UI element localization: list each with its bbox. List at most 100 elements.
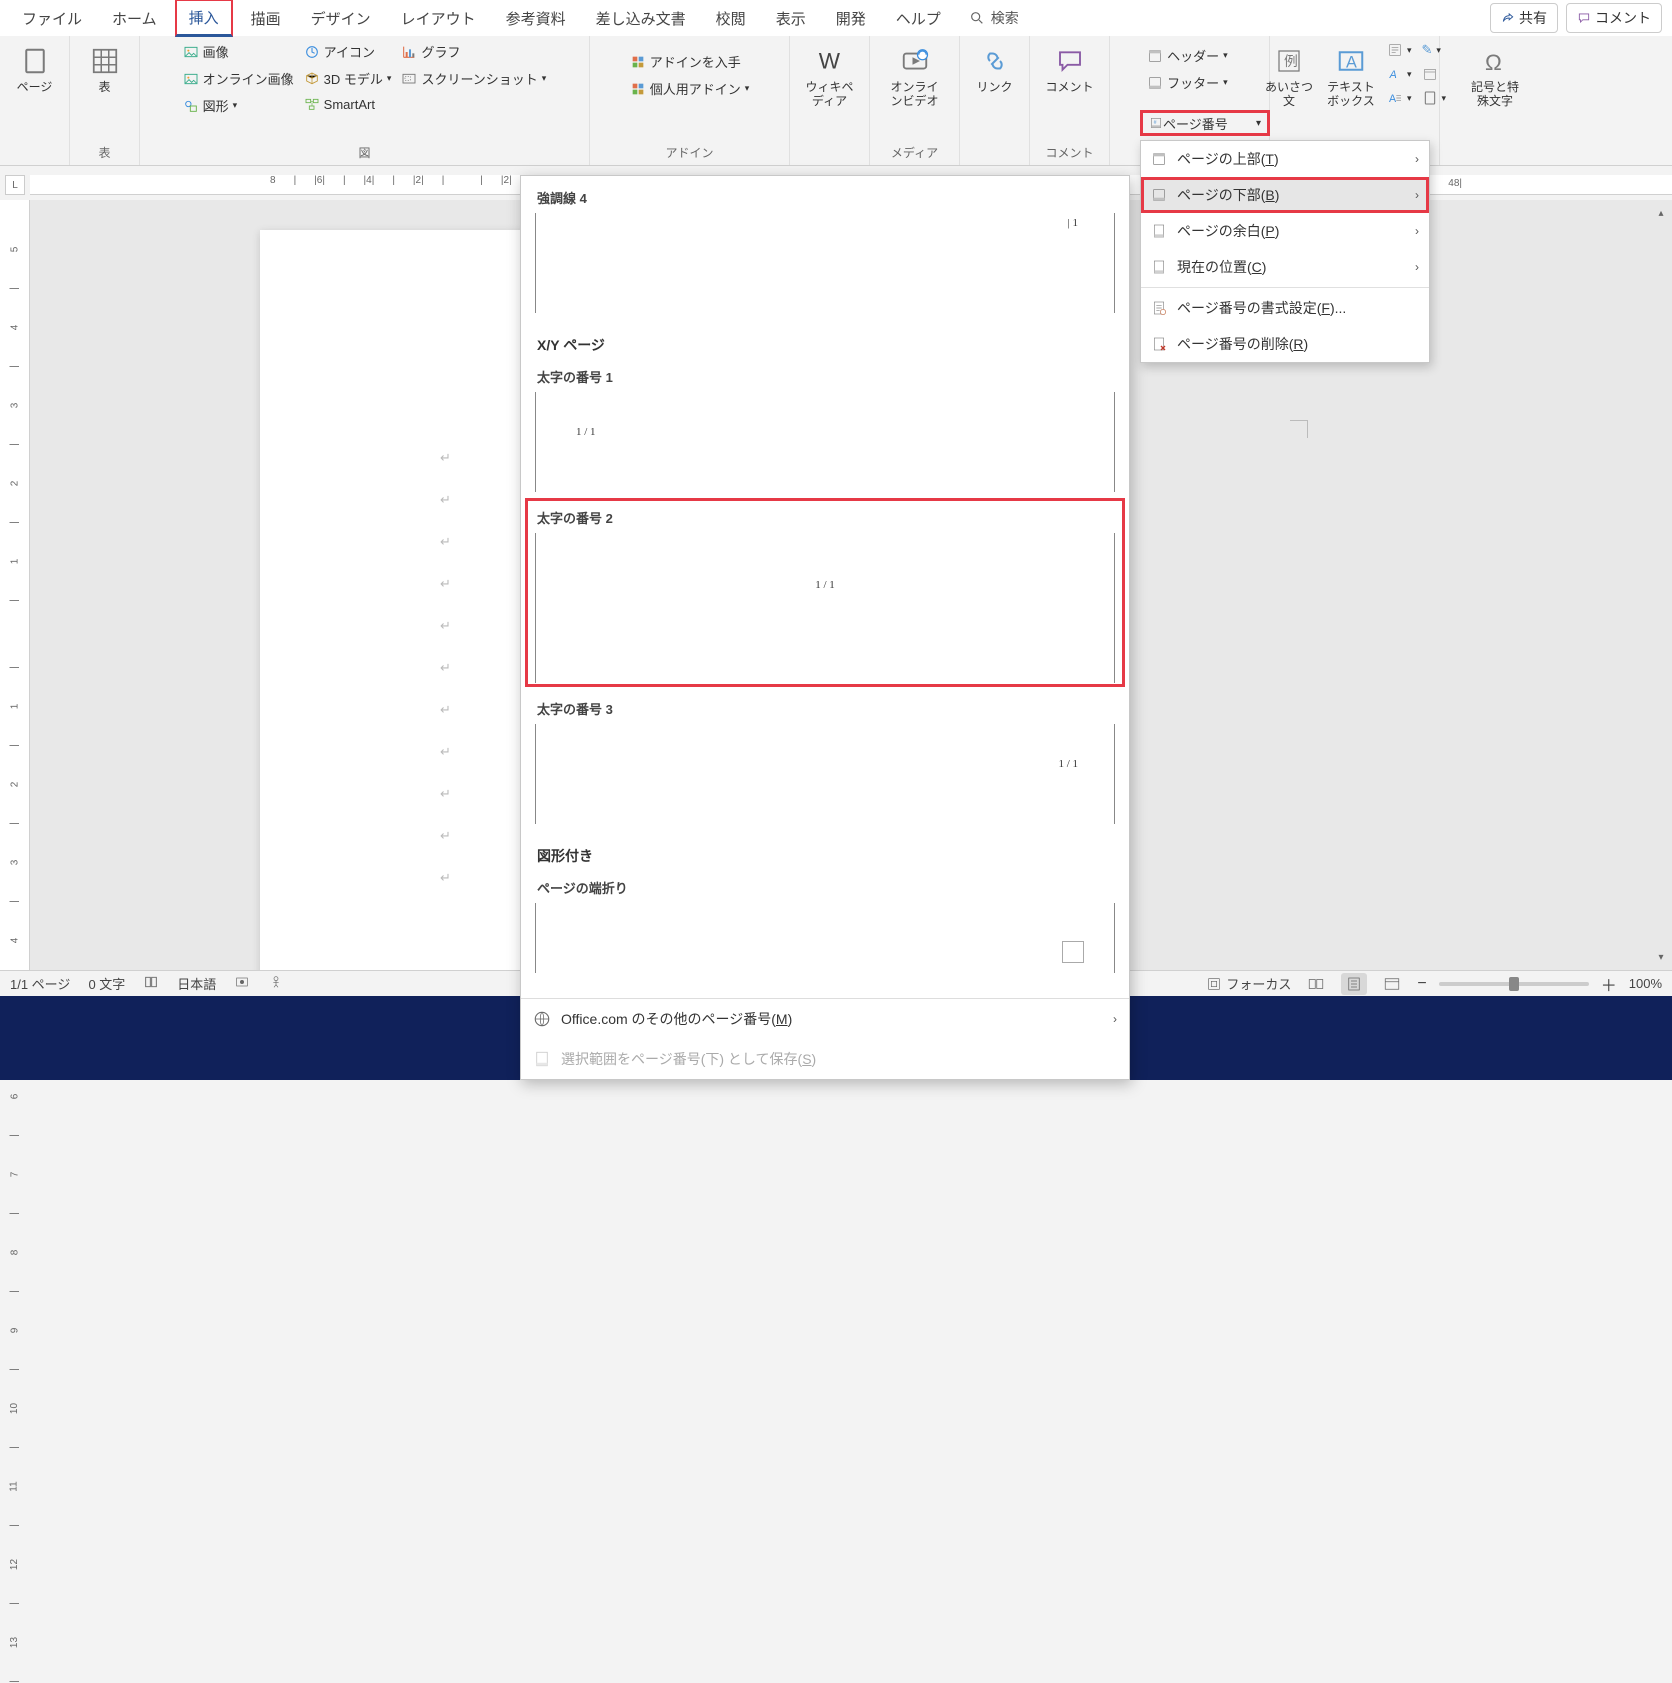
online-pictures-button[interactable]: オンライン画像	[181, 67, 296, 90]
header-label: ヘッダー	[1167, 46, 1219, 65]
zoom-slider-thumb[interactable]	[1509, 977, 1519, 991]
scroll-up-button[interactable]: ▴	[1652, 204, 1670, 222]
tab-layout[interactable]: レイアウト	[389, 2, 488, 35]
read-mode-view-button[interactable]	[1303, 973, 1329, 995]
shapes-button[interactable]: 図形 ▾	[181, 94, 296, 117]
page-count[interactable]: 1/1 ページ	[10, 974, 70, 993]
wordart-button[interactable]: ▾	[1385, 64, 1414, 84]
header-button[interactable]: ヘッダー ▾	[1145, 44, 1234, 67]
chevron-right-icon: ›	[1415, 260, 1419, 274]
icons-button[interactable]: アイコン	[302, 40, 394, 63]
quick-parts-button[interactable]: ▾	[1385, 40, 1414, 60]
tab-references[interactable]: 参考資料	[494, 2, 578, 35]
web-layout-view-button[interactable]	[1379, 973, 1405, 995]
chevron-right-icon: ›	[1415, 152, 1419, 166]
get-addins-button[interactable]: アドインを入手	[628, 50, 752, 73]
accessibility-icon[interactable]	[268, 974, 284, 993]
chart-button[interactable]: グラフ	[399, 40, 548, 63]
gallery-item-bold-1[interactable]: 太字の番号 1 1 / 1	[529, 361, 1121, 492]
macro-record-icon[interactable]	[234, 974, 250, 993]
comments-button[interactable]: コメント	[1566, 3, 1662, 33]
my-addins-button[interactable]: 個人用アドイン ▾	[628, 77, 752, 100]
page-margin-icon	[1151, 223, 1167, 239]
page-number-current-menu[interactable]: 現在の位置(C) ›	[1141, 249, 1429, 285]
tab-file[interactable]: ファイル	[10, 2, 94, 35]
gallery-item-accent-line-4[interactable]: 強調線 4 | 1	[529, 182, 1121, 313]
page-number-bottom-menu[interactable]: ページの下部(B) ›	[1141, 177, 1429, 213]
page-number-button[interactable]: ページ番号 ▾	[1140, 110, 1270, 136]
zoom-slider[interactable]	[1439, 982, 1589, 986]
page-top-icon	[1151, 151, 1167, 167]
gallery-preview-number: 1 / 1	[576, 426, 596, 438]
ruler-corner: L	[5, 175, 25, 195]
gallery-section-xy: X/Y ページ	[529, 323, 1121, 361]
wikipedia-button[interactable]: ウィキペディア	[802, 40, 858, 109]
textbox-label: テキストボックス	[1323, 80, 1379, 109]
zoom-level[interactable]: 100%	[1629, 976, 1662, 991]
gallery-item-page-corner[interactable]: ページの端折り	[529, 872, 1121, 973]
new-comment-button[interactable]: コメント	[1042, 40, 1098, 94]
online-video-button[interactable]: オンラインビデオ	[887, 40, 943, 109]
tab-design[interactable]: デザイン	[299, 2, 383, 35]
my-addins-icon	[630, 81, 646, 97]
vertical-scrollbar[interactable]: ▴ ▾	[1652, 204, 1670, 966]
gallery-item-bold-2[interactable]: 太字の番号 2 1 / 1	[529, 502, 1121, 683]
share-button[interactable]: 共有	[1490, 3, 1558, 33]
tab-mailings[interactable]: 差し込み文書	[584, 2, 698, 35]
page-number-top-menu[interactable]: ページの上部(T) ›	[1141, 141, 1429, 177]
scroll-down-button[interactable]: ▾	[1652, 948, 1670, 966]
gallery-item-bold-3[interactable]: 太字の番号 3 1 / 1	[529, 693, 1121, 824]
print-layout-view-button[interactable]	[1341, 973, 1367, 995]
spellcheck-icon[interactable]	[143, 974, 159, 993]
read-icon	[1307, 975, 1325, 993]
link-button[interactable]: リンク	[967, 40, 1023, 94]
smartart-button[interactable]: SmartArt	[302, 94, 394, 114]
pages-button[interactable]: ページ	[7, 40, 63, 94]
online-picture-icon	[183, 71, 199, 87]
page-number-label: ページ番号	[1163, 114, 1228, 133]
gallery-preview-shape	[1062, 941, 1084, 963]
focus-mode-button[interactable]: フォーカス	[1206, 974, 1291, 993]
textbox-button[interactable]: テキストボックス	[1323, 40, 1379, 109]
tell-me-search[interactable]: 検索	[969, 8, 1019, 28]
video-icon	[900, 46, 930, 76]
page-number-remove-menu[interactable]: ページ番号の削除(R)	[1141, 326, 1429, 362]
icons-icon	[304, 44, 320, 60]
screenshot-button[interactable]: スクリーンショット ▾	[399, 67, 548, 90]
tables-group-label: 表	[98, 142, 110, 163]
wordart-icon	[1387, 66, 1403, 82]
tab-developer[interactable]: 開発	[824, 2, 878, 35]
tab-help[interactable]: ヘルプ	[884, 2, 953, 35]
tab-home[interactable]: ホーム	[100, 2, 169, 35]
smartart-icon	[304, 96, 320, 112]
3d-models-button[interactable]: 3D モデル ▾	[302, 67, 394, 90]
comment-label: コメント	[1045, 80, 1093, 94]
dropcap-button[interactable]: ▾	[1385, 88, 1414, 108]
tab-insert[interactable]: 挿入	[175, 0, 233, 37]
office-com-more-menu[interactable]: Office.com のその他のページ番号(M) ›	[521, 999, 1129, 1039]
page-number-format-menu[interactable]: ページ番号の書式設定(F)...	[1141, 290, 1429, 326]
object-icon	[1422, 90, 1438, 106]
zoom-out-button[interactable]: −	[1417, 975, 1426, 993]
page-remove-icon	[1151, 336, 1167, 352]
footer-button[interactable]: フッター ▾	[1145, 71, 1234, 94]
greeting-button[interactable]: あいさつ文	[1261, 40, 1317, 109]
screenshot-label: スクリーンショット	[421, 69, 537, 88]
menu-item-label: ページの余白(P)	[1177, 221, 1279, 241]
table-button[interactable]: 表	[77, 40, 133, 94]
greeting-label: あいさつ文	[1261, 80, 1317, 109]
search-label: 検索	[991, 8, 1019, 28]
pages-group-label	[33, 145, 36, 163]
tab-view[interactable]: 表示	[764, 2, 818, 35]
page-number-margin-menu[interactable]: ページの余白(P) ›	[1141, 213, 1429, 249]
symbols-button[interactable]: 記号と特殊文字	[1467, 40, 1523, 109]
menu-item-label: ページの下部(B)	[1177, 185, 1279, 205]
language-status[interactable]: 日本語	[177, 974, 216, 993]
zoom-in-button[interactable]: ＋	[1601, 972, 1617, 996]
tab-draw[interactable]: 描画	[239, 2, 293, 35]
word-count[interactable]: 0 文字	[88, 974, 125, 993]
tab-review[interactable]: 校閲	[704, 2, 758, 35]
media-group-label: メディア	[891, 142, 938, 163]
pictures-button[interactable]: 画像	[181, 40, 296, 63]
vertical-ruler[interactable]: 5|4|3|2|1||1|2|3|4|5|6|7|8|9|10|11|12|13…	[0, 200, 30, 970]
